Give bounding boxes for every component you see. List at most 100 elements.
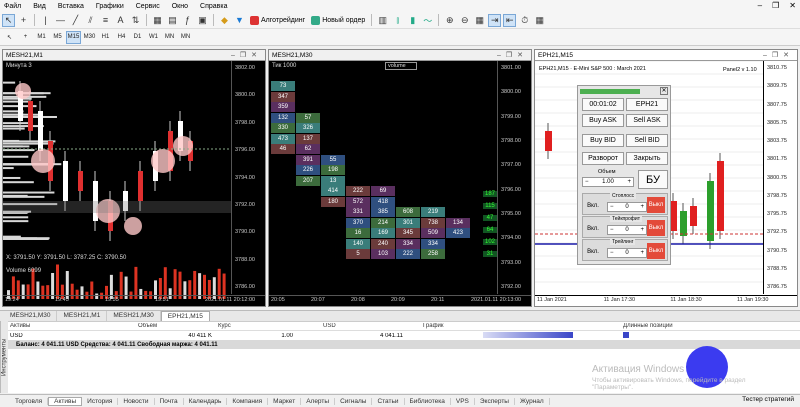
timeframe-m15[interactable]: M15 (66, 31, 81, 44)
minus-icon[interactable]: − (585, 179, 589, 185)
autoscroll-icon[interactable]: ⇥ (488, 14, 501, 27)
minus-icon[interactable]: − (610, 227, 614, 233)
buy-bid-button[interactable]: Buy BID (582, 134, 624, 147)
sell-bid-button[interactable]: Sell BID (626, 134, 668, 147)
trailing-on-button[interactable]: Вкл. (585, 245, 601, 259)
panel-close-icon[interactable]: ✕ (660, 87, 668, 95)
horizontal-line-icon[interactable]: — (54, 14, 67, 27)
menu-item[interactable]: Вставка (58, 3, 84, 10)
menu-item[interactable]: Вид (33, 3, 46, 10)
sell-ask-button[interactable]: Sell ASK (626, 114, 668, 127)
terminal-tab[interactable]: Активы (48, 397, 82, 406)
menu-item[interactable]: Файл (4, 3, 21, 10)
terminal-tab[interactable]: Алерты (301, 398, 335, 405)
timeframe-m1[interactable]: M1 (34, 31, 49, 44)
timeframe-h4[interactable]: H4 (114, 31, 129, 44)
terminal-tab[interactable]: Новости (118, 398, 154, 405)
text-icon[interactable]: A (114, 14, 127, 27)
chart-tab[interactable]: EPH21,M15 (161, 311, 210, 321)
terminal-tab[interactable]: Библиотека (405, 398, 451, 405)
crosshair-icon[interactable]: + (18, 31, 33, 44)
depth-of-market-icon[interactable]: ▥ (376, 14, 389, 27)
terminal-tab[interactable]: Журнал (515, 398, 550, 405)
plus-icon[interactable]: + (640, 227, 644, 233)
profiles-icon[interactable]: ▤ (166, 14, 179, 27)
stoploss-on-button[interactable]: Вкл. (585, 199, 601, 213)
strategy-tester-button[interactable]: Тестер стратегий (742, 396, 794, 403)
plus-icon[interactable]: + (640, 204, 644, 210)
terminal-tab[interactable]: История (82, 398, 118, 405)
fibo-icon[interactable]: ≡ (99, 14, 112, 27)
trailing-off-button[interactable]: Выкл (647, 243, 665, 259)
timeframe-d1[interactable]: D1 (130, 31, 145, 44)
timeframe-h1[interactable]: H1 (98, 31, 113, 44)
window-buttons[interactable]: –❐✕ (231, 51, 262, 59)
window-buttons[interactable]: –❐✕ (763, 51, 794, 59)
chart-window-mesh21-m1[interactable]: MESH21,M1 –❐✕ Минута 3 X: 3791.50 Y: 3791… (2, 49, 266, 307)
stoploss-off-button[interactable]: Выкл (647, 197, 665, 213)
terminal-tab[interactable]: Компания (227, 398, 268, 405)
timeframe-mn[interactable]: MN (162, 31, 177, 44)
pointer-icon[interactable]: ↖ (2, 31, 17, 44)
trailing-stepper[interactable]: −0 + (607, 248, 647, 258)
channel-icon[interactable]: ⫽ (84, 14, 97, 27)
breakeven-button[interactable]: БУ (638, 170, 668, 189)
timeframe-w1[interactable]: W1 (146, 31, 161, 44)
plus-icon[interactable]: + (627, 179, 631, 185)
reverse-button[interactable]: Разворот (582, 152, 624, 165)
menu-item[interactable]: Окно (172, 3, 188, 10)
vertical-line-icon[interactable]: | (39, 14, 52, 27)
takeprofit-off-button[interactable]: Выкл (647, 220, 665, 236)
restore-icon[interactable]: ❐ (772, 1, 779, 10)
terminal-tab[interactable]: Почта (155, 398, 184, 405)
menu-item[interactable]: Сервис (136, 3, 160, 10)
candles-icon[interactable]: ▮ (406, 14, 419, 27)
line-chart-icon[interactable]: 〜 (421, 14, 434, 27)
chart-tab[interactable]: MESH21,M1 (57, 311, 107, 321)
close-icon[interactable]: ✕ (789, 1, 796, 10)
algo-trading-button[interactable]: Алготрейдинг (248, 16, 307, 25)
timeframe-m5[interactable]: M5 (50, 31, 65, 44)
terminal-tab[interactable]: Торговля (10, 398, 48, 405)
terminal-tab[interactable]: Календарь (184, 398, 228, 405)
timeframe-m30[interactable]: M30 (82, 31, 97, 44)
plus-icon[interactable]: + (640, 250, 644, 256)
toolbox-side-label[interactable]: Инструменты (0, 321, 8, 393)
metaeditor-icon[interactable]: ◆ (218, 14, 231, 27)
buy-ask-button[interactable]: Buy ASK (582, 114, 624, 127)
indicators-icon[interactable]: ƒ (181, 14, 194, 27)
terminal-tab[interactable]: Статьи (372, 398, 404, 405)
table-row[interactable]: USD 40 411 K 1.00 4 041.11 (8, 331, 800, 340)
takeprofit-on-button[interactable]: Вкл. (585, 222, 601, 236)
terminal-tab[interactable]: VPS (451, 398, 475, 405)
tile-icon[interactable]: ▦ (473, 14, 486, 27)
menu-item[interactable]: Графики (96, 3, 124, 10)
window-buttons[interactable]: –❐✕ (497, 51, 528, 59)
chart-tab[interactable]: MESH21,M30 (107, 311, 160, 321)
shop-icon[interactable]: ▼ (233, 14, 246, 27)
new-chart-icon[interactable]: ▦ (151, 14, 164, 27)
chart-shift-icon[interactable]: ⇤ (503, 14, 516, 27)
chart-body[interactable]: Минута 3 X: 3791.50 Y: 3791.50 L: 3787.2… (3, 61, 265, 306)
indicator-select[interactable]: volume (385, 62, 417, 70)
minimize-icon[interactable]: – (758, 1, 762, 10)
minus-icon[interactable]: − (610, 204, 614, 210)
templates-icon[interactable]: ▣ (196, 14, 209, 27)
terminal-tab[interactable]: Маркет (268, 398, 301, 405)
chart-body[interactable]: Тик 1000 volume 73 347 359 132 57 330 326 473 13… (269, 61, 531, 306)
chart-window-mesh21-m30[interactable]: MESH21,M30 –❐✕ Тик 1000 volume 73 347 359 13… (268, 49, 532, 307)
zoom-in-icon[interactable]: ⊕ (443, 14, 456, 27)
chart-tab[interactable]: MESH21,M30 (4, 311, 57, 321)
templates2-icon[interactable]: ▦ (533, 14, 546, 27)
trendline-icon[interactable]: ╱ (69, 14, 82, 27)
arrows-icon[interactable]: ⇅ (129, 14, 142, 27)
terminal-tab[interactable]: Эксперты (475, 398, 515, 405)
minus-icon[interactable]: − (610, 250, 614, 256)
close-position-button[interactable]: Закрыть (626, 152, 668, 165)
stoploss-stepper[interactable]: −0 + (607, 202, 647, 212)
takeprofit-stepper[interactable]: −0 + (607, 225, 647, 235)
terminal-tab[interactable]: Сигналы (335, 398, 372, 405)
bar-chart-icon[interactable]: ⫾ (391, 14, 404, 27)
volume-stepper[interactable]: −1.00 + (582, 177, 634, 187)
cursor-icon[interactable]: ↖ (2, 14, 15, 27)
